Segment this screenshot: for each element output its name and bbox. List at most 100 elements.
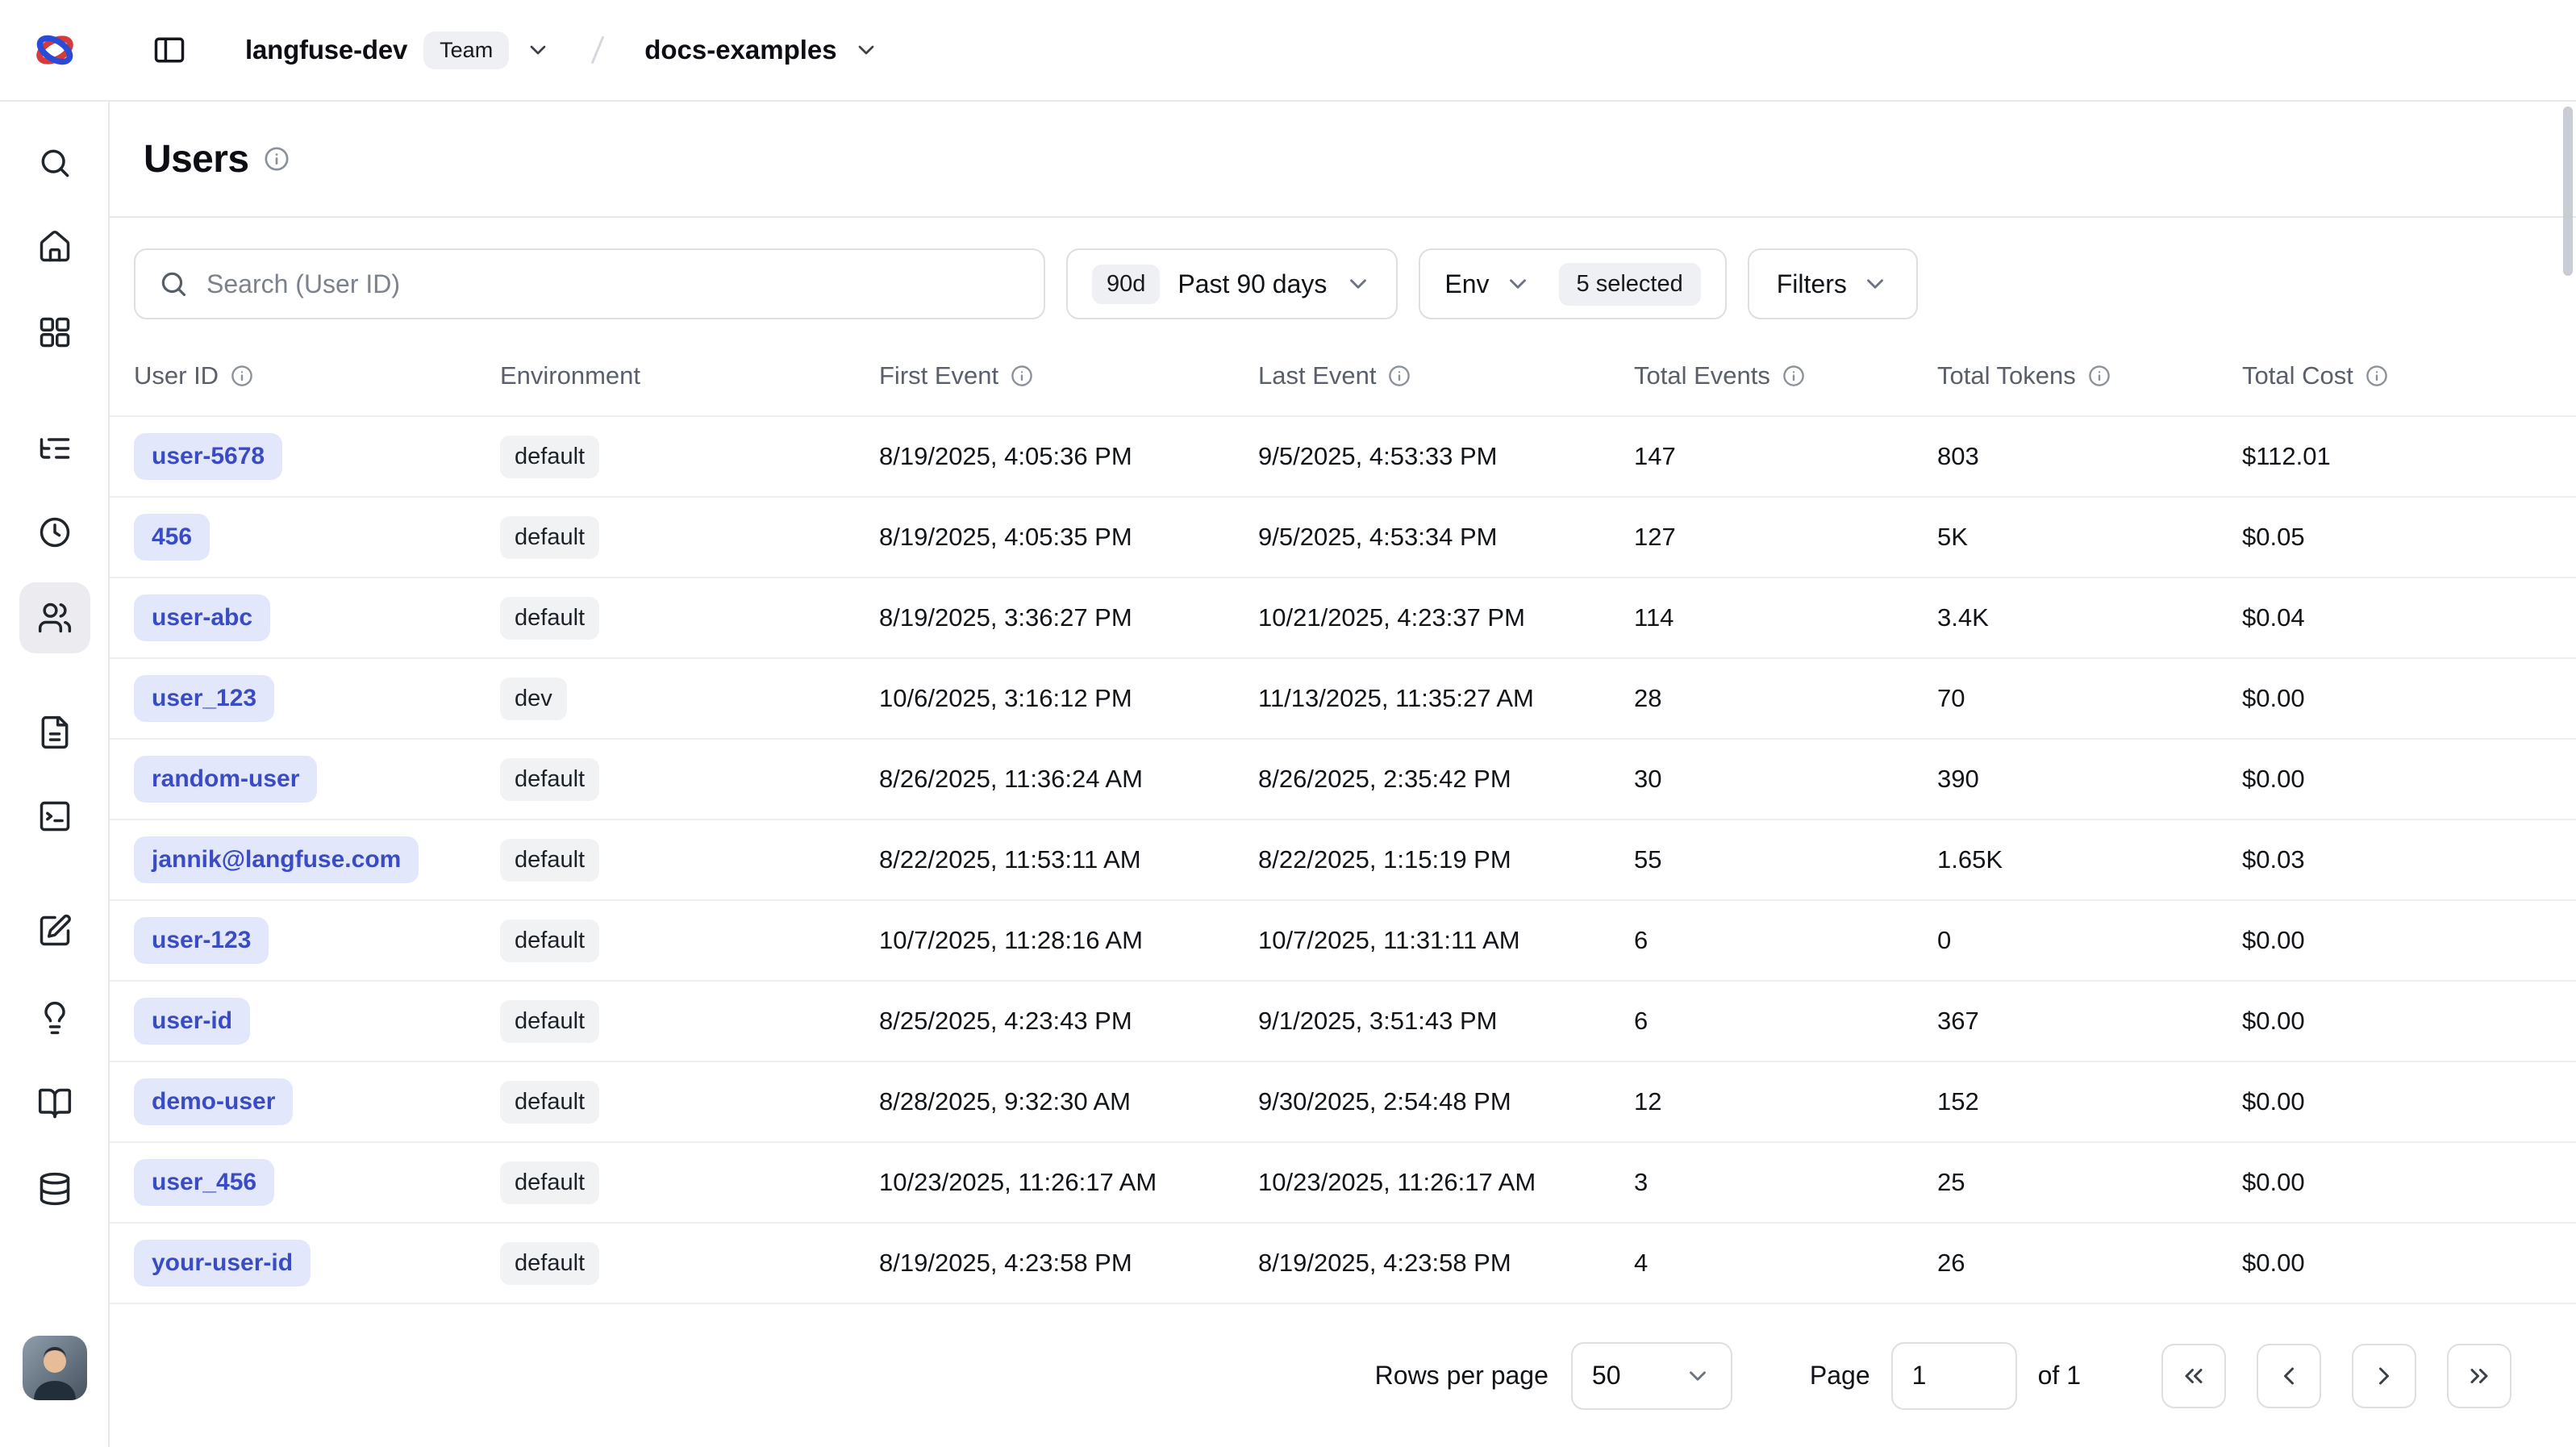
environment-filter-button[interactable]: Env 5 selected: [1419, 248, 1726, 319]
column-header-total-cost[interactable]: Total Cost: [2218, 336, 2576, 416]
environment-badge: default: [500, 436, 599, 478]
env-label: Env: [1444, 269, 1489, 299]
last-page-button[interactable]: [2447, 1344, 2511, 1408]
last-event-cell: 9/5/2025, 4:53:34 PM: [1234, 497, 1610, 578]
info-icon[interactable]: [263, 145, 290, 173]
environment-cell: dev: [476, 658, 855, 739]
user-id-cell: jannik@langfuse.com: [110, 819, 476, 900]
scrollbar[interactable]: [2563, 106, 2573, 276]
column-header-user-id[interactable]: User ID: [110, 336, 476, 416]
table-row[interactable]: random-userdefault8/26/2025, 11:36:24 AM…: [110, 739, 2576, 819]
user-id-badge[interactable]: user_456: [134, 1159, 274, 1206]
table-row[interactable]: user-5678default8/19/2025, 4:05:36 PM9/5…: [110, 416, 2576, 497]
sidebar-item-dashboards[interactable]: [19, 297, 90, 368]
column-label: Environment: [500, 361, 640, 390]
table-row[interactable]: user-abcdefault8/19/2025, 3:36:27 PM10/2…: [110, 578, 2576, 658]
total-events-cell: 28: [1610, 658, 1913, 739]
info-icon[interactable]: [1387, 364, 1411, 388]
sidebar-item-judge[interactable]: [19, 895, 90, 966]
user-id-badge[interactable]: jannik@langfuse.com: [134, 836, 419, 883]
sidebar-toggle-button[interactable]: [142, 23, 197, 77]
langfuse-logo[interactable]: [0, 26, 110, 74]
page-input[interactable]: [1891, 1342, 2017, 1410]
total-tokens-cell: 367: [1913, 981, 2218, 1061]
avatar-photo: [23, 1336, 87, 1400]
environment-badge: dev: [500, 678, 567, 720]
user-id-badge[interactable]: 456: [134, 514, 210, 561]
user-avatar[interactable]: [23, 1336, 87, 1400]
user-id-badge[interactable]: user_123: [134, 675, 274, 722]
page-header: Users: [110, 102, 2576, 218]
sidebar-item-playground[interactable]: [19, 781, 90, 852]
chevron-down-icon: [1344, 270, 1372, 298]
last-event-cell: 10/23/2025, 11:26:17 AM: [1234, 1142, 1610, 1223]
table-row[interactable]: user-iddefault8/25/2025, 4:23:43 PM9/1/2…: [110, 981, 2576, 1061]
sidebar-item-tracing[interactable]: [19, 413, 90, 484]
info-icon[interactable]: [230, 364, 254, 388]
user-id-badge[interactable]: demo-user: [134, 1078, 293, 1125]
main-content: Users 90d Past 90 days Env 5 selected Fi…: [110, 102, 2576, 1447]
table-row[interactable]: 456default8/19/2025, 4:05:35 PM9/5/2025,…: [110, 497, 2576, 578]
last-event-cell: 10/7/2025, 11:31:11 AM: [1234, 900, 1610, 981]
date-range-button[interactable]: 90d Past 90 days: [1066, 248, 1398, 319]
sidebar-item-users[interactable]: [19, 582, 90, 653]
filters-button[interactable]: Filters: [1748, 248, 1918, 319]
column-header-last-event[interactable]: Last Event: [1234, 336, 1610, 416]
last-event-cell: 9/30/2025, 2:54:48 PM: [1234, 1061, 1610, 1142]
first-event-cell: 10/23/2025, 11:26:17 AM: [855, 1142, 1234, 1223]
column-label: Total Cost: [2242, 361, 2353, 390]
column-header-total-tokens[interactable]: Total Tokens: [1913, 336, 2218, 416]
total-tokens-cell: 5K: [1913, 497, 2218, 578]
info-icon[interactable]: [1010, 364, 1034, 388]
sidebar-item-search[interactable]: [19, 127, 90, 198]
table-row[interactable]: your-user-iddefault8/19/2025, 4:23:58 PM…: [110, 1223, 2576, 1303]
user-id-cell: user_456: [110, 1142, 476, 1223]
user-id-badge[interactable]: your-user-id: [134, 1240, 311, 1286]
sidebar-item-datasets[interactable]: [19, 1153, 90, 1224]
search-input[interactable]: [206, 269, 1021, 299]
first-page-button[interactable]: [2161, 1344, 2226, 1408]
column-header-total-events[interactable]: Total Events: [1610, 336, 1913, 416]
table-row[interactable]: user-123default10/7/2025, 11:28:16 AM10/…: [110, 900, 2576, 981]
table-row[interactable]: user_123dev10/6/2025, 3:16:12 PM11/13/20…: [110, 658, 2576, 739]
user-id-cell: user-123: [110, 900, 476, 981]
total-tokens-cell: 803: [1913, 416, 2218, 497]
sidebar-item-prompts[interactable]: [19, 697, 90, 768]
table-row[interactable]: demo-userdefault8/28/2025, 9:32:30 AM9/3…: [110, 1061, 2576, 1142]
chevron-down-icon: [1504, 270, 1532, 298]
pagination-buttons: [2161, 1344, 2511, 1408]
project-switcher[interactable]: docs-examples: [644, 35, 878, 65]
info-icon[interactable]: [1782, 364, 1806, 388]
total-tokens-cell: 26: [1913, 1223, 2218, 1303]
next-page-button[interactable]: [2352, 1344, 2416, 1408]
table-row[interactable]: jannik@langfuse.comdefault8/22/2025, 11:…: [110, 819, 2576, 900]
sidebar-item-sessions[interactable]: [19, 497, 90, 568]
user-id-badge[interactable]: user-5678: [134, 433, 282, 480]
total-events-cell: 30: [1610, 739, 1913, 819]
user-id-badge[interactable]: user-id: [134, 998, 250, 1045]
sidebar-item-home[interactable]: [19, 211, 90, 282]
previous-page-button[interactable]: [2257, 1344, 2321, 1408]
user-id-cell: user-5678: [110, 416, 476, 497]
user-id-badge[interactable]: random-user: [134, 756, 317, 803]
user-id-badge[interactable]: user-123: [134, 917, 269, 964]
filters-label: Filters: [1777, 269, 1847, 299]
total-tokens-cell: 1.65K: [1913, 819, 2218, 900]
total-events-cell: 127: [1610, 497, 1913, 578]
sidebar-item-insights[interactable]: [19, 982, 90, 1053]
org-switcher[interactable]: langfuse-dev Team: [245, 31, 551, 69]
table-row[interactable]: user_456default10/23/2025, 11:26:17 AM10…: [110, 1142, 2576, 1223]
info-icon[interactable]: [2365, 364, 2389, 388]
last-event-cell: 8/19/2025, 4:23:58 PM: [1234, 1223, 1610, 1303]
rows-per-page-select[interactable]: 50: [1571, 1342, 1732, 1410]
info-icon[interactable]: [2087, 364, 2111, 388]
column-label: First Event: [879, 361, 998, 390]
user-id-badge[interactable]: user-abc: [134, 594, 270, 641]
column-header-environment[interactable]: Environment: [476, 336, 855, 416]
chevron-down-icon: [853, 37, 879, 63]
search-icon: [37, 145, 73, 181]
first-event-cell: 8/22/2025, 11:53:11 AM: [855, 819, 1234, 900]
total-cost-cell: $0.00: [2218, 658, 2576, 739]
column-header-first-event[interactable]: First Event: [855, 336, 1234, 416]
sidebar-item-annotation[interactable]: [19, 1068, 90, 1139]
